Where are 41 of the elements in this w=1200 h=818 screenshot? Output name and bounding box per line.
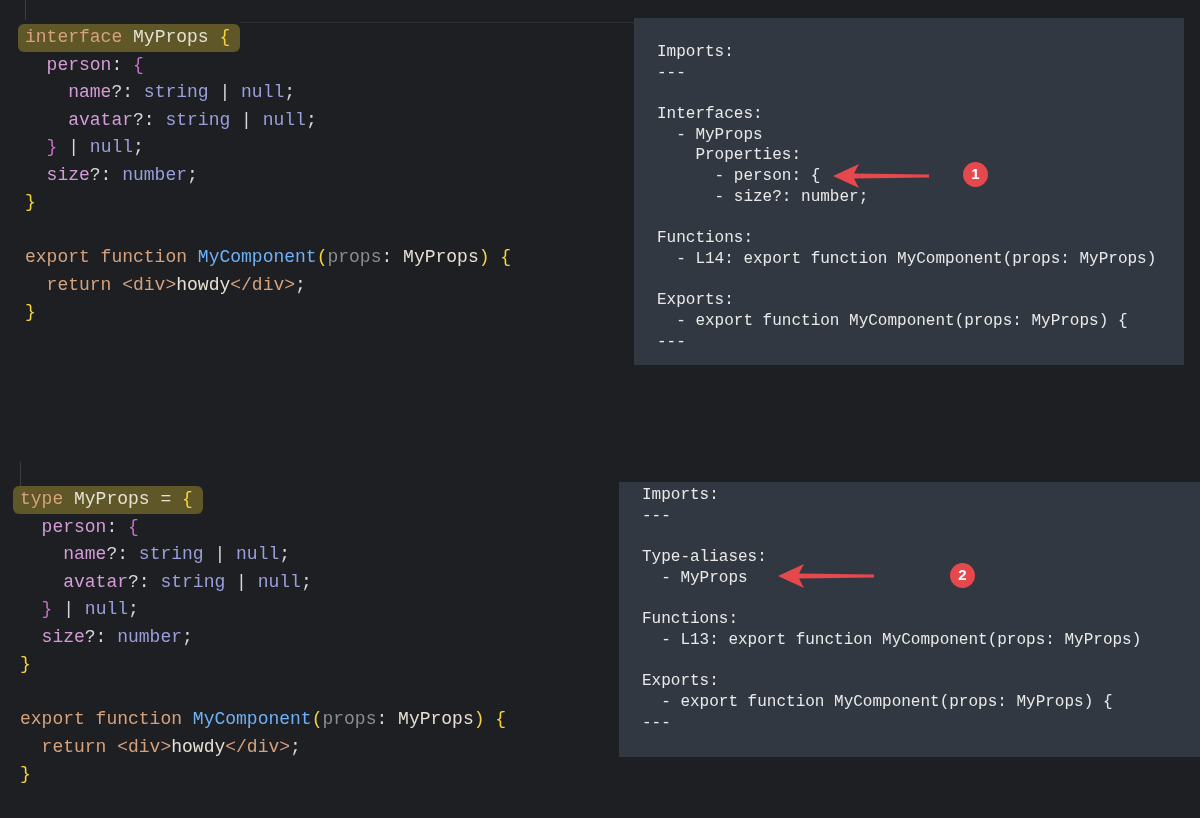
code-line: size?: number;: [40, 625, 193, 649]
code-line: person: {: [40, 515, 139, 539]
outline-line: ---: [642, 713, 671, 732]
outline-line: Exports:: [657, 291, 734, 310]
code-line: name?: string | null;: [62, 543, 291, 566]
outline-line: ---: [642, 506, 671, 525]
code-line: avatar?: string | null;: [67, 108, 317, 132]
code-line: }: [25, 301, 36, 324]
outline-line: Imports:: [657, 43, 734, 61]
outline-line: Exports:: [642, 672, 719, 691]
code-line: person: {: [45, 53, 144, 77]
code-line: return <div>howdy</div>;: [40, 735, 301, 759]
code-line: return <div>howdy</div>;: [45, 273, 306, 297]
code-line: size?: number;: [45, 163, 198, 187]
code-line: }: [20, 653, 31, 676]
code-line: export function MyComponent(props: MyProps) {: [20, 708, 507, 731]
outline-line: - export function MyComponent(props: MyProps) {: [675, 311, 1128, 330]
outline-line: - L13: export function MyComponent(props: MyProps): [660, 630, 1142, 649]
outline-line: - person: {: [713, 167, 821, 186]
outline-line: Interfaces:: [657, 105, 763, 124]
code-line: name?: string | null;: [67, 81, 296, 104]
outline-line: Properties:: [694, 146, 802, 165]
outline-line: ---: [657, 63, 686, 82]
code-line: } | null;: [40, 598, 139, 621]
outline-line: Type-aliases:: [642, 548, 767, 567]
outline-line: - MyProps: [675, 125, 763, 144]
code-line: } | null;: [45, 136, 144, 159]
code-line: }: [20, 763, 31, 786]
outline-line: - size?: number;: [713, 187, 869, 206]
outline-line: - export function MyComponent(props: MyProps) {: [660, 692, 1113, 711]
code-line: export function MyComponent(props: MyProps) {: [25, 246, 512, 269]
outline-line: Functions:: [642, 610, 738, 629]
outline-line: Functions:: [657, 229, 753, 248]
arrow-icon: [778, 564, 874, 588]
outline-line: ---: [657, 332, 686, 351]
outline-line: Imports:: [642, 486, 719, 504]
arrow-icon: [833, 164, 929, 188]
outline-line: - L14: export function MyComponent(props: MyProps): [675, 249, 1157, 268]
code-line: }: [25, 191, 36, 214]
outline-line: - MyProps: [660, 568, 748, 587]
code-line: avatar?: string | null;: [62, 570, 312, 594]
